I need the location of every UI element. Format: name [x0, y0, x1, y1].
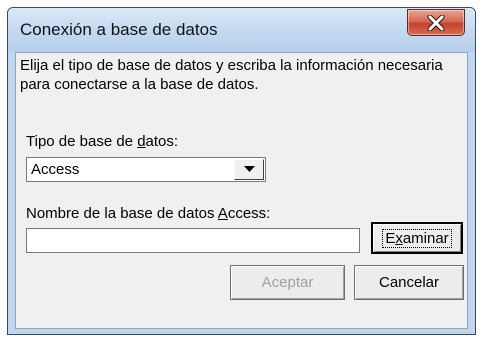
- chevron-down-icon: [243, 166, 255, 172]
- db-type-selected-value: Access: [31, 161, 80, 178]
- ok-button[interactable]: Aceptar: [230, 265, 345, 300]
- db-name-access-key: A: [217, 205, 228, 222]
- dropdown-arrow-button[interactable]: [234, 159, 264, 180]
- browse-button[interactable]: Examinar: [371, 222, 463, 254]
- db-name-label: Nombre de la base de datos Access:: [26, 205, 271, 222]
- close-button[interactable]: [407, 9, 465, 36]
- browse-button-label: Examinar: [382, 228, 452, 248]
- instructions-text: Elija el tipo de base de datos y escriba…: [20, 57, 443, 93]
- db-type-select[interactable]: Access: [26, 157, 266, 182]
- db-type-label: Tipo de base de datos:: [26, 133, 179, 150]
- db-type-access-key: d: [137, 133, 146, 150]
- window-title: Conexión a base de datos: [20, 20, 218, 39]
- cancel-button[interactable]: Cancelar: [354, 265, 464, 300]
- title-bar[interactable]: Conexión a base de datos: [8, 8, 475, 52]
- close-icon: [427, 14, 445, 31]
- db-name-input[interactable]: [26, 228, 360, 253]
